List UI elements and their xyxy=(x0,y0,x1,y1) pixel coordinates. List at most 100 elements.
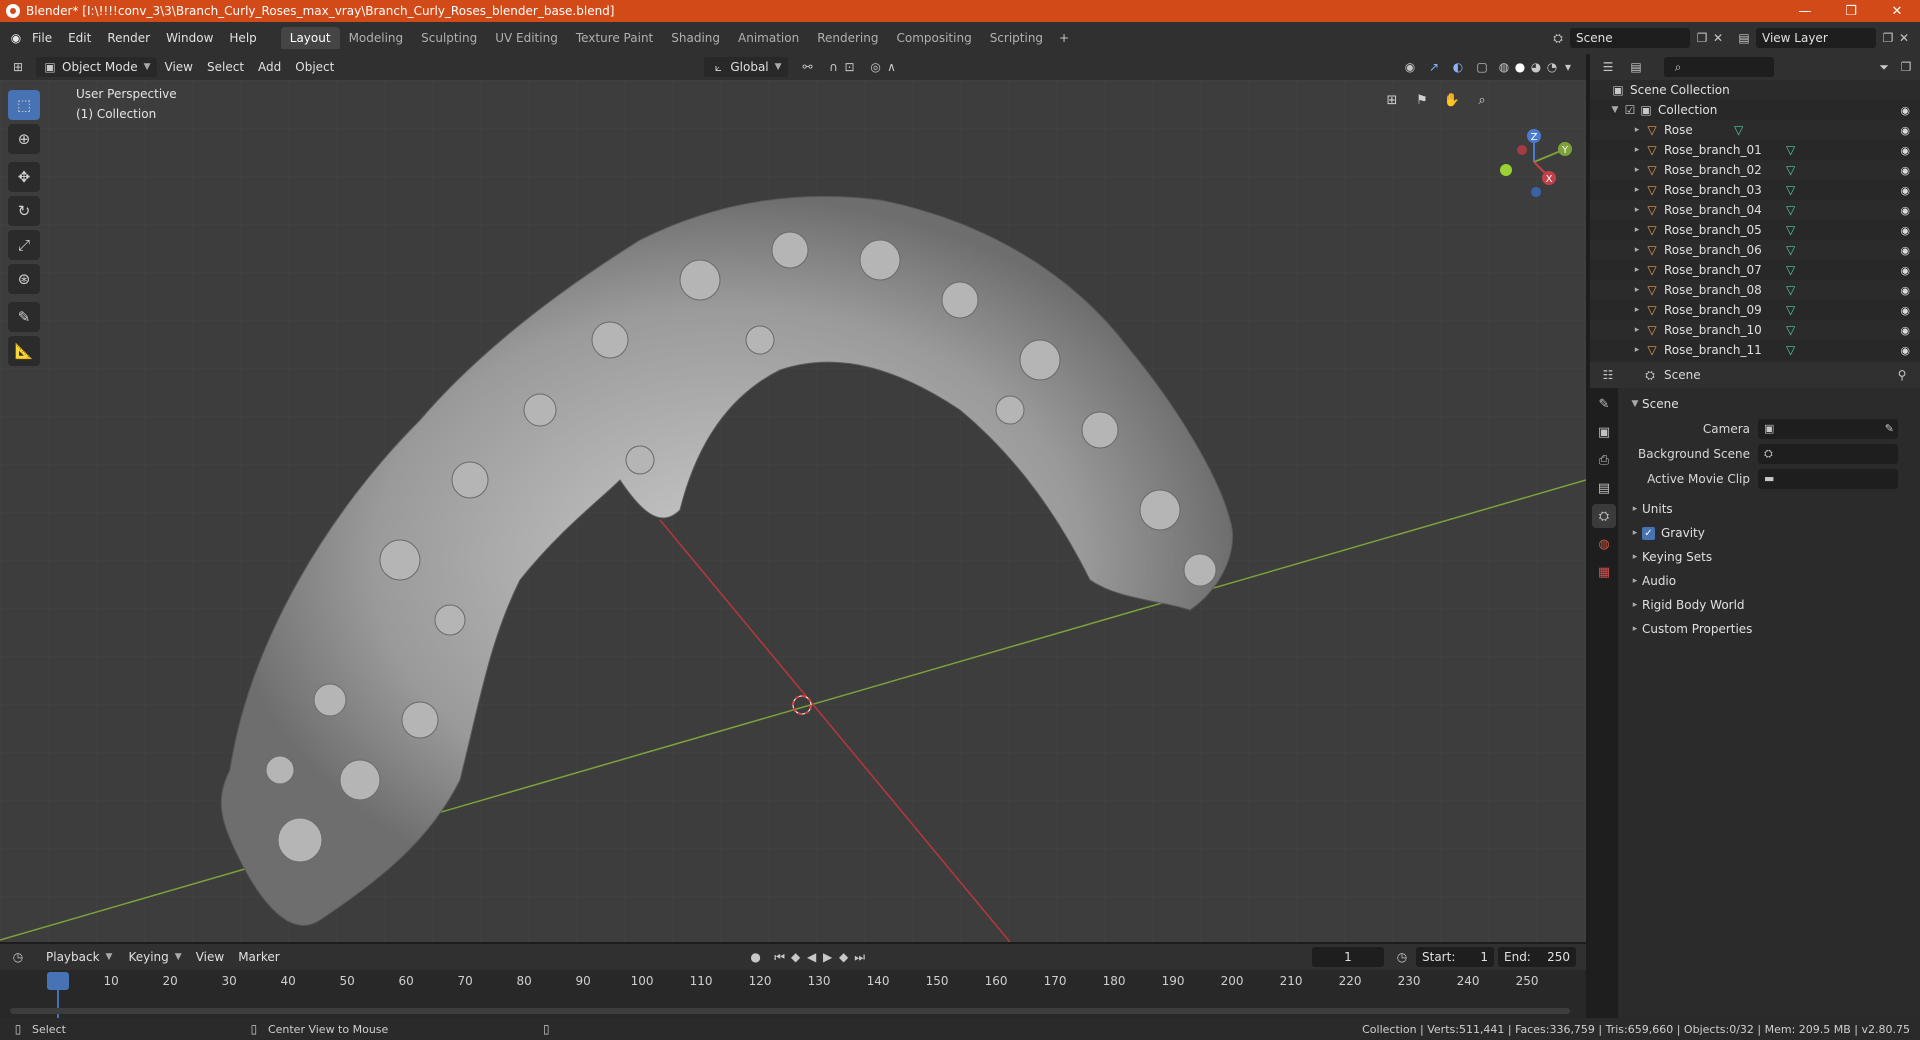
playback-menu[interactable]: Playback ▼ xyxy=(40,947,118,967)
menu-window[interactable]: Window xyxy=(158,31,221,45)
timeline-scrollbar[interactable] xyxy=(10,1008,1570,1014)
eye-icon[interactable]: ◉ xyxy=(1900,304,1910,317)
select-box-tool-icon[interactable]: ⬚ xyxy=(8,90,40,120)
outliner-search-input[interactable]: ⌕ xyxy=(1664,57,1774,77)
background-scene-field[interactable]: ⛭ xyxy=(1758,443,1898,464)
eye-icon[interactable]: ◉ xyxy=(1900,224,1910,237)
scene-field[interactable]: Scene xyxy=(1570,28,1690,48)
eye-icon[interactable]: ◉ xyxy=(1900,344,1910,357)
view-layer-field[interactable]: View Layer xyxy=(1756,28,1876,48)
keying-menu[interactable]: Keying ▼ xyxy=(122,947,187,967)
tab-rendering[interactable]: Rendering xyxy=(808,27,887,49)
timeline[interactable]: 1102030405060708090100110120130140150160… xyxy=(0,970,1586,1018)
menu-select[interactable]: Select xyxy=(201,60,250,74)
outliner-item[interactable]: ▸ ▽ Rose ▽ ◉ xyxy=(1590,120,1920,140)
transform-tool-icon[interactable]: ⊛ xyxy=(8,264,40,294)
next-keyframe-icon[interactable]: ◆ xyxy=(836,949,852,965)
gizmo-icon[interactable]: ↗ xyxy=(1426,59,1442,75)
new-collection-icon[interactable]: ❐ xyxy=(1898,59,1914,75)
expand-triangle-icon[interactable]: ▸ xyxy=(1630,225,1644,235)
keying-sets-section-header[interactable]: ▸ Keying Sets xyxy=(1618,545,1920,569)
scene-tab-icon[interactable]: ⛭ xyxy=(1592,504,1616,528)
outliner-item[interactable]: ▸ ▽ Rose_branch_11 ▽ ◉ xyxy=(1590,340,1920,360)
add-workspace-icon[interactable]: + xyxy=(1056,30,1072,46)
expand-triangle-icon[interactable]: ▸ xyxy=(1630,185,1644,195)
timeline-editor-icon[interactable]: ◷ xyxy=(10,949,26,965)
menu-file[interactable]: File xyxy=(24,31,60,45)
marker-menu[interactable]: Marker xyxy=(232,950,285,964)
pan-hand-icon[interactable]: ✋ xyxy=(1440,88,1464,112)
eye-icon[interactable]: ◉ xyxy=(1900,164,1910,177)
toggle-grid-view-icon[interactable]: ⊞ xyxy=(1380,88,1404,112)
3d-viewport[interactable]: Z Y X xyxy=(0,80,1586,942)
measure-tool-icon[interactable]: 📐 xyxy=(8,336,40,366)
play-reverse-icon[interactable]: ◀ xyxy=(804,949,820,965)
texture-tab-icon[interactable]: ▦ xyxy=(1592,560,1616,584)
falloff-icon[interactable]: ∧ xyxy=(884,59,900,75)
menu-help[interactable]: Help xyxy=(221,31,264,45)
eye-icon[interactable]: ◉ xyxy=(1900,244,1910,257)
view-layer-icon[interactable]: ▤ xyxy=(1736,30,1752,46)
audio-section-header[interactable]: ▸ Audio xyxy=(1618,569,1920,593)
expand-triangle-icon[interactable]: ▸ xyxy=(1630,145,1644,155)
outliner-item[interactable]: ▸ ▽ Rose_branch_01 ▽ ◉ xyxy=(1590,140,1920,160)
eye-icon[interactable]: ◉ xyxy=(1900,144,1910,157)
menu-object[interactable]: Object xyxy=(289,60,340,74)
menu-edit[interactable]: Edit xyxy=(60,31,99,45)
zoom-icon[interactable]: ⌕ xyxy=(1470,88,1494,112)
outliner-scene-collection[interactable]: ▣ Scene Collection xyxy=(1590,80,1920,100)
world-tab-icon[interactable]: ◍ xyxy=(1592,532,1616,556)
solid-shading-icon[interactable]: ● xyxy=(1512,59,1528,75)
eye-icon[interactable]: ◉ xyxy=(1900,264,1910,277)
tab-texture-paint[interactable]: Texture Paint xyxy=(567,27,662,49)
outliner-item[interactable]: ▸ ▽ Rose_branch_04 ▽ ◉ xyxy=(1590,200,1920,220)
eye-icon[interactable]: ◉ xyxy=(1900,184,1910,197)
minimize-button[interactable]: — xyxy=(1782,0,1828,22)
custom-properties-section-header[interactable]: ▸ Custom Properties xyxy=(1618,617,1920,641)
expand-triangle-icon[interactable]: ▸ xyxy=(1630,265,1644,275)
expand-triangle-icon[interactable]: ▸ xyxy=(1630,165,1644,175)
end-frame-field[interactable]: End: 250 xyxy=(1498,947,1576,967)
properties-editor-icon[interactable]: ☷ xyxy=(1600,367,1616,383)
camera-view-icon[interactable]: ⚑ xyxy=(1410,88,1434,112)
view-layer-tab-icon[interactable]: ▤ xyxy=(1592,476,1616,500)
output-tab-icon[interactable]: ⎙ xyxy=(1592,448,1616,472)
shading-options-icon[interactable]: ▾ xyxy=(1560,59,1576,75)
eye-icon[interactable]: ◉ xyxy=(1900,204,1910,217)
rigid-body-world-section-header[interactable]: ▸ Rigid Body World xyxy=(1618,593,1920,617)
outliner-item[interactable]: ▸ ▽ Rose_branch_02 ▽ ◉ xyxy=(1590,160,1920,180)
record-icon[interactable]: ● xyxy=(748,949,764,965)
scene-section-header[interactable]: ▼ Scene xyxy=(1618,392,1920,416)
delete-scene-icon[interactable]: ✕ xyxy=(1710,30,1726,46)
tab-layout[interactable]: Layout xyxy=(280,27,340,49)
cursor-tool-icon[interactable]: ⊕ xyxy=(8,124,40,154)
tab-shading[interactable]: Shading xyxy=(662,27,729,49)
tab-modeling[interactable]: Modeling xyxy=(340,27,413,49)
maximize-button[interactable]: ❐ xyxy=(1828,0,1874,22)
tab-sculpting[interactable]: Sculpting xyxy=(412,27,486,49)
timeline-ruler[interactable]: 1102030405060708090100110120130140150160… xyxy=(0,970,1586,994)
outliner-item[interactable]: ▸ ▽ Rose_branch_06 ▽ ◉ xyxy=(1590,240,1920,260)
proportional-edit-icon[interactable]: ◎ xyxy=(868,59,884,75)
current-frame-field[interactable]: 1 xyxy=(1312,947,1384,967)
mode-dropdown[interactable]: ▣ Object Mode ▼ xyxy=(36,57,157,77)
eye-icon[interactable]: ◉ xyxy=(1900,324,1910,337)
expand-triangle-icon[interactable]: ▸ xyxy=(1630,245,1644,255)
checkbox-icon[interactable]: ☑ xyxy=(1622,102,1638,118)
editor-type-icon[interactable]: ⊞ xyxy=(10,59,26,75)
eye-icon[interactable]: ◉ xyxy=(1900,104,1910,117)
gravity-checkbox[interactable]: ✓ xyxy=(1642,526,1655,540)
tab-scripting[interactable]: Scripting xyxy=(981,27,1052,49)
outliner-item[interactable]: ▸ ▽ Rose_branch_09 ▽ ◉ xyxy=(1590,300,1920,320)
eye-icon[interactable]: ◉ xyxy=(1900,284,1910,297)
new-scene-icon[interactable]: ❐ xyxy=(1694,30,1710,46)
tab-uv-editing[interactable]: UV Editing xyxy=(486,27,567,49)
visibility-icon[interactable]: ◉ xyxy=(1402,59,1418,75)
transform-orientation-dropdown[interactable]: ⟀ Global ▼ xyxy=(704,57,788,77)
start-frame-field[interactable]: Start: 1 xyxy=(1416,947,1494,967)
prev-keyframe-icon[interactable]: ◆ xyxy=(788,949,804,965)
menu-view[interactable]: View xyxy=(159,60,199,74)
display-mode-icon[interactable]: ▤ xyxy=(1628,59,1644,75)
expand-triangle-icon[interactable]: ▸ xyxy=(1630,205,1644,215)
units-section-header[interactable]: ▸ Units xyxy=(1618,497,1920,521)
